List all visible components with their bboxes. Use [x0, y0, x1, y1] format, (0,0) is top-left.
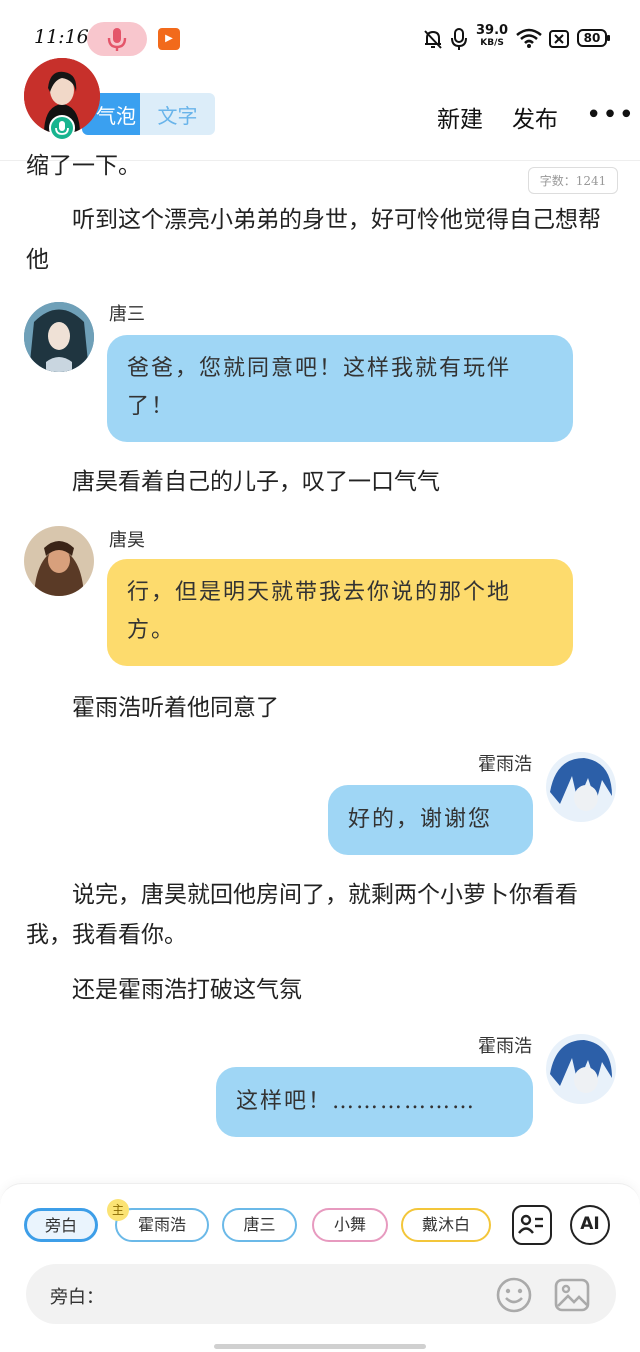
view-mode-toggle: 气泡 文字 [82, 93, 215, 135]
narration-paragraph[interactable]: 听到这个漂亮小弟弟的身世，好可怜他觉得自己想帮他 [26, 200, 616, 280]
role-chip-narration[interactable]: 旁白 [24, 1208, 98, 1242]
status-bar: 11:16 ▶ 39.0 KB/S 80 [0, 0, 640, 60]
battery-indicator: 80 [577, 29, 610, 47]
microphone-icon [107, 28, 127, 51]
speaker-name: 唐三 [109, 304, 145, 325]
character-portrait [546, 752, 616, 822]
dialogue-bubble[interactable]: 行，但是明天就带我去你说的那个地方。 [107, 559, 573, 666]
main-character-badge: 主 [107, 1199, 129, 1221]
role-chip-tangsan[interactable]: 唐三 [222, 1208, 297, 1242]
role-chip-huoyuhao[interactable]: 霍雨浩 [115, 1208, 209, 1242]
mute-bell-icon [424, 30, 442, 49]
speed-value: 39.0 [476, 23, 509, 38]
voice-badge-icon [49, 115, 75, 141]
sim-status-icon [549, 30, 569, 48]
narration-paragraph[interactable]: 说完，唐昊就回他房间了，就剩两个小萝卜你看看我，我看看你。 [26, 875, 616, 955]
narration-paragraph[interactable]: 唐昊看着自己的儿子，叹了一口气气 [26, 462, 616, 502]
status-time: 11:16 [34, 26, 89, 48]
network-speed: 39.0 KB/S [476, 24, 508, 50]
dialogue-bubble[interactable]: 好的，谢谢您 [328, 785, 533, 855]
character-avatar-tangsan[interactable] [24, 302, 94, 372]
tab-text[interactable]: 文字 [140, 93, 215, 135]
more-menu-icon[interactable]: ••• [586, 100, 635, 130]
role-chip-xiaowu[interactable]: 小舞 [312, 1208, 388, 1242]
ai-button[interactable]: AI [570, 1205, 610, 1245]
publish-button[interactable]: 发布 [512, 100, 558, 134]
recording-indicator[interactable] [87, 22, 147, 56]
app-notification-icon: ▶ [158, 28, 180, 50]
character-avatar-huoyuhao[interactable] [546, 1034, 616, 1104]
role-list-button[interactable] [512, 1205, 552, 1245]
new-button[interactable]: 新建 [437, 100, 483, 134]
dialogue-bubble[interactable]: 这样吧！……………… [216, 1067, 533, 1137]
contact-card-icon [518, 1214, 543, 1234]
character-avatar-tanghao[interactable] [24, 526, 94, 596]
home-indicator[interactable] [214, 1344, 426, 1349]
dialogue-bubble[interactable]: 爸爸，您就同意吧！这样我就有玩伴了！ [107, 335, 573, 442]
role-chip-daimubai[interactable]: 戴沐白 [401, 1208, 491, 1242]
mic-status-icon [451, 28, 467, 50]
character-portrait [24, 526, 94, 596]
speaker-name: 霍雨浩 [478, 1036, 532, 1057]
speed-unit: KB/S [480, 38, 504, 48]
speaker-name: 霍雨浩 [478, 754, 532, 775]
character-portrait [24, 302, 94, 372]
wifi-icon [516, 28, 542, 48]
story-fragment: 缩了一下。 [26, 153, 141, 179]
emoji-icon[interactable] [495, 1276, 533, 1314]
narration-paragraph[interactable]: 还是霍雨浩打破这气氛 [26, 970, 616, 1010]
character-avatar-huoyuhao[interactable] [546, 752, 616, 822]
speaker-name: 唐昊 [109, 530, 145, 551]
input-role-label: 旁白： [50, 1287, 104, 1308]
character-portrait [546, 1034, 616, 1104]
narration-paragraph[interactable]: 霍雨浩听着他同意了 [26, 688, 616, 728]
image-picker-icon[interactable] [553, 1276, 591, 1314]
